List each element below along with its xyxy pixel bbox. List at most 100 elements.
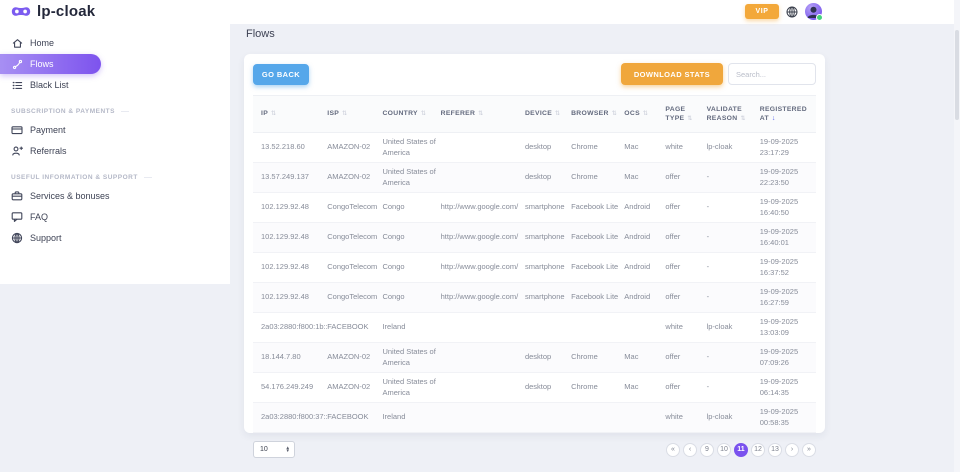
table-cell: United States of America (382, 373, 440, 403)
select-stepper-icon: ▲▼ (286, 447, 290, 452)
column-label: COUNTRY (382, 110, 417, 117)
pagination-next-button[interactable]: › (785, 443, 799, 457)
download-stats-button[interactable]: DOWNLOAD STATS (621, 63, 723, 85)
pagination-page-9-button[interactable]: 9 (700, 443, 714, 457)
table-cell (441, 313, 525, 343)
search-input[interactable] (728, 63, 816, 85)
table-cell: offer (665, 163, 706, 193)
table-cell: Mac (624, 373, 665, 403)
sort-icon: ⇅ (478, 111, 483, 117)
pagination-last-button[interactable]: » (802, 443, 816, 457)
table-cell: desktop (525, 133, 571, 163)
sidebar: Home Flows Black List SUBSCRIPTION & PAY… (0, 24, 230, 284)
table-cell: 19-09-2025 00:58:35 (760, 403, 816, 433)
table-cell: Facebook Lite (571, 193, 624, 223)
table-cell: Facebook Lite (571, 223, 624, 253)
table-cell: - (707, 223, 760, 253)
table-cell: desktop (525, 163, 571, 193)
column-label: OCS (624, 110, 640, 117)
table-cell: United States of America (382, 163, 440, 193)
table-cell: Android (624, 193, 665, 223)
scrollbar-track[interactable] (954, 0, 960, 472)
scrollbar-thumb[interactable] (955, 30, 959, 120)
pagination-prev-button[interactable]: ‹ (683, 443, 697, 457)
mask-logo-icon (10, 5, 32, 18)
column-header-ip[interactable]: IP⇅ (253, 96, 327, 133)
pagination-page-13-button[interactable]: 13 (768, 443, 782, 457)
pagination-page-10-button[interactable]: 10 (717, 443, 731, 457)
column-header-referer[interactable]: REFERER⇅ (441, 96, 525, 133)
language-globe-icon[interactable] (786, 6, 798, 18)
table-cell: 102.129.92.48 (253, 193, 327, 223)
table-cell: 102.129.92.48 (253, 283, 327, 313)
pagination: «‹910111213›» (666, 443, 816, 457)
table-cell: 13.52.218.60 (253, 133, 327, 163)
column-header-country[interactable]: COUNTRY ⇅ (382, 96, 440, 133)
table-cell: AMAZON-02 (327, 343, 382, 373)
column-label: BROWSER (571, 110, 609, 117)
brand-logo[interactable]: lp-cloak (10, 3, 95, 20)
sidebar-section-support: USEFUL INFORMATION & SUPPORT (0, 174, 129, 181)
topbar: lp-cloak VIP (0, 0, 960, 24)
sidebar-item-faq[interactable]: FAQ (0, 207, 90, 227)
sidebar-item-home[interactable]: Home (0, 33, 90, 53)
sidebar-item-referrals[interactable]: Referrals (0, 141, 90, 161)
table-cell: AMAZON-02 (327, 133, 382, 163)
table-row: 18.144.7.80AMAZON-02United States of Ame… (253, 343, 816, 373)
column-header-registered-at[interactable]: REGISTERED AT↓ (760, 96, 816, 133)
column-header-browser[interactable]: BROWSER⇅ (571, 96, 624, 133)
table-cell: Chrome (571, 163, 624, 193)
table-cell: AMAZON-02 (327, 163, 382, 193)
column-header-page-type[interactable]: PAGE TYPE⇅ (665, 96, 706, 133)
column-label: ISP (327, 110, 339, 117)
sidebar-item-label: Black List (30, 80, 69, 90)
column-header-validate-reason[interactable]: VALIDATE REASON⇅ (707, 96, 760, 133)
table-cell: FACEBOOK (327, 313, 382, 343)
table-cell (571, 403, 624, 433)
table-cell: smartphone (525, 283, 571, 313)
column-header-isp[interactable]: ISP⇅ (327, 96, 382, 133)
table-cell: Android (624, 223, 665, 253)
table-cell: 13.57.249.137 (253, 163, 327, 193)
table-cell (624, 313, 665, 343)
pagination-page-11-button[interactable]: 11 (734, 443, 748, 457)
table-row: 2a03:2880:f800:37::FACEBOOKIrelandwhitel… (253, 403, 816, 433)
column-label: REGISTERED AT (760, 106, 807, 122)
card-toolbar: GO BACK DOWNLOAD STATS (253, 63, 816, 85)
table-cell: 19-09-2025 07:09:26 (760, 343, 816, 373)
sidebar-item-payment[interactable]: Payment (0, 120, 90, 140)
pagination-first-button[interactable]: « (666, 443, 680, 457)
sidebar-item-black-list[interactable]: Black List (0, 75, 90, 95)
table-cell: CongoTelecom (327, 253, 382, 283)
table-cell: 19-09-2025 23:17:29 (760, 133, 816, 163)
table-cell: 19-09-2025 16:40:50 (760, 193, 816, 223)
sort-icon: ⇅ (421, 111, 426, 117)
table-cell: - (707, 253, 760, 283)
page-size-select[interactable]: 10 ▲▼ (253, 441, 295, 458)
column-header-ocs[interactable]: OCS⇅ (624, 96, 665, 133)
table-cell: 19-09-2025 16:37:52 (760, 253, 816, 283)
table-cell: smartphone (525, 193, 571, 223)
column-label: PAGE TYPE (665, 106, 685, 122)
table-cell: white (665, 133, 706, 163)
table-cell: Chrome (571, 343, 624, 373)
pagination-page-12-button[interactable]: 12 (751, 443, 765, 457)
sidebar-item-support[interactable]: Support (0, 228, 90, 248)
go-back-button[interactable]: GO BACK (253, 64, 309, 85)
sidebar-item-flows[interactable]: Flows (0, 54, 101, 74)
table-cell (571, 313, 624, 343)
table-cell: Android (624, 283, 665, 313)
briefcase-icon (11, 190, 23, 202)
table-cell: lp-cloak (707, 403, 760, 433)
sidebar-item-services[interactable]: Services & bonuses (0, 186, 120, 206)
table-cell: desktop (525, 373, 571, 403)
table-cell: Ireland (382, 313, 440, 343)
user-avatar[interactable] (805, 3, 822, 20)
table-cell: http://www.google.com/ (441, 253, 525, 283)
table-cell: 19-09-2025 16:27:59 (760, 283, 816, 313)
vip-button[interactable]: VIP (745, 4, 779, 19)
table-cell: 2a03:2880:f800:1b:: (253, 313, 327, 343)
sort-icon: ⇅ (687, 116, 692, 122)
sidebar-section-subscription: SUBSCRIPTION & PAYMENTS (0, 108, 129, 115)
column-header-device[interactable]: DEVICE⇅ (525, 96, 571, 133)
